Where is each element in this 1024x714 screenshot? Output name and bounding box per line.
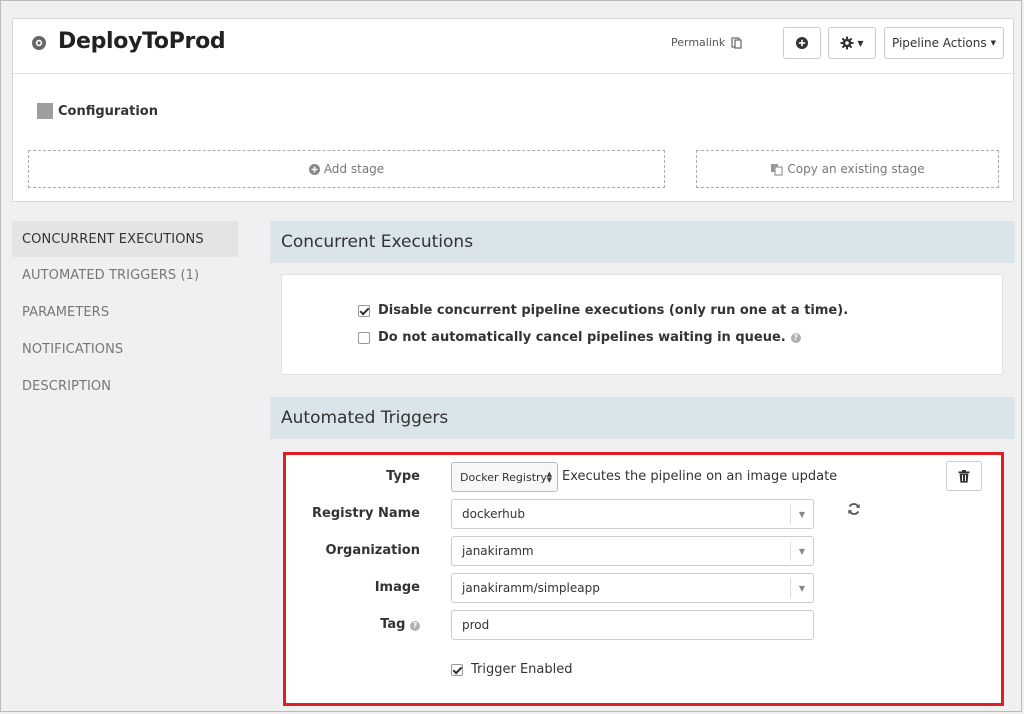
help-icon[interactable]: ? <box>410 621 420 631</box>
tag-input[interactable]: prod <box>451 610 814 640</box>
tag-label-row: Tag ? <box>300 617 420 632</box>
trigger-enabled-option[interactable]: Trigger Enabled <box>451 662 573 677</box>
dropdown-caret-icon: ▼ <box>790 541 813 561</box>
chevron-down-icon: ▼ <box>857 38 864 48</box>
pipeline-title: DeployToProd <box>58 29 226 54</box>
disable-concurrent-checkbox[interactable] <box>358 304 370 317</box>
registry-name-label: Registry Name <box>312 506 420 521</box>
registry-name-select[interactable]: dockerhub ▼ <box>451 499 814 529</box>
no-cancel-option[interactable]: Do not automatically cancel pipelines wa… <box>358 330 801 345</box>
image-select[interactable]: janakiramm/simpleapp ▼ <box>451 573 814 603</box>
pipeline-header-bar: DeployToProd Permalink ▼ Pipeline Action… <box>13 19 1013 74</box>
permalink-link[interactable]: Permalink <box>671 36 743 49</box>
configuration-stage[interactable]: Configuration <box>37 103 158 119</box>
select-arrows-icon: ▲ ▼ <box>546 470 552 484</box>
trigger-type-description: Executes the pipeline on an image update <box>562 469 838 484</box>
sidebar-item-automated-triggers[interactable]: AUTOMATED TRIGGERS (1) <box>12 257 238 293</box>
configuration-label: Configuration <box>58 103 158 119</box>
tag-label: Tag <box>380 617 406 632</box>
pipeline-gear-icon <box>32 36 46 50</box>
permalink-label: Permalink <box>671 36 726 49</box>
caret-down-icon: ▼ <box>990 39 996 47</box>
disable-concurrent-label: Disable concurrent pipeline executions (… <box>378 303 849 318</box>
type-label: Type <box>386 469 420 484</box>
pipeline-actions-button[interactable]: Pipeline Actions ▼ <box>884 27 1004 59</box>
copy-stage-label: Copy an existing stage <box>787 162 925 176</box>
sidebar-item-description[interactable]: DESCRIPTION <box>12 368 238 404</box>
add-stage-label: Add stage <box>323 162 385 176</box>
add-stage-button[interactable]: Add stage <box>28 150 665 188</box>
gear-icon <box>840 36 854 50</box>
trash-icon <box>958 469 970 483</box>
registry-name-value: dockerhub <box>462 507 526 521</box>
automated-triggers-header: Automated Triggers <box>270 397 1015 439</box>
settings-dropdown-button[interactable]: ▼ <box>828 27 876 59</box>
sidebar-item-concurrent-executions[interactable]: CONCURRENT EXECUTIONS <box>12 221 238 257</box>
refresh-icon[interactable] <box>847 502 861 516</box>
copy-icon <box>771 163 783 176</box>
concurrent-executions-card <box>281 274 1003 375</box>
clipboard-icon <box>731 37 742 49</box>
sidebar-item-parameters[interactable]: PARAMETERS <box>12 294 238 330</box>
sidebar-item-notifications[interactable]: NOTIFICATIONS <box>12 331 238 367</box>
no-cancel-label: Do not automatically cancel pipelines wa… <box>378 330 786 345</box>
plus-circle-icon <box>796 37 808 49</box>
no-cancel-checkbox[interactable] <box>358 331 370 344</box>
disable-concurrent-option[interactable]: Disable concurrent pipeline executions (… <box>358 303 848 318</box>
organization-label: Organization <box>325 543 420 558</box>
dropdown-caret-icon: ▼ <box>790 578 813 598</box>
trigger-enabled-label: Trigger Enabled <box>471 662 573 677</box>
trigger-enabled-checkbox[interactable] <box>451 663 463 676</box>
add-button[interactable] <box>783 27 821 59</box>
image-value: janakiramm/simpleapp <box>462 581 600 595</box>
delete-trigger-button[interactable] <box>946 461 982 491</box>
concurrent-executions-header: Concurrent Executions <box>270 221 1015 263</box>
trigger-type-select[interactable]: Docker Registry ▲ ▼ <box>451 462 558 492</box>
trigger-type-value: Docker Registry <box>460 470 548 484</box>
pipeline-header-card: DeployToProd Permalink ▼ Pipeline Action… <box>12 18 1014 202</box>
help-icon[interactable]: ? <box>790 332 801 343</box>
organization-select[interactable]: janakiramm ▼ <box>451 536 814 566</box>
image-label: Image <box>374 580 420 595</box>
plus-circle-icon <box>308 163 320 175</box>
tag-value: prod <box>462 618 490 632</box>
organization-value: janakiramm <box>462 544 534 558</box>
pipeline-actions-label: Pipeline Actions <box>891 36 987 50</box>
copy-stage-button[interactable]: Copy an existing stage <box>696 150 999 188</box>
configuration-icon <box>37 103 53 119</box>
dropdown-caret-icon: ▼ <box>790 504 813 524</box>
